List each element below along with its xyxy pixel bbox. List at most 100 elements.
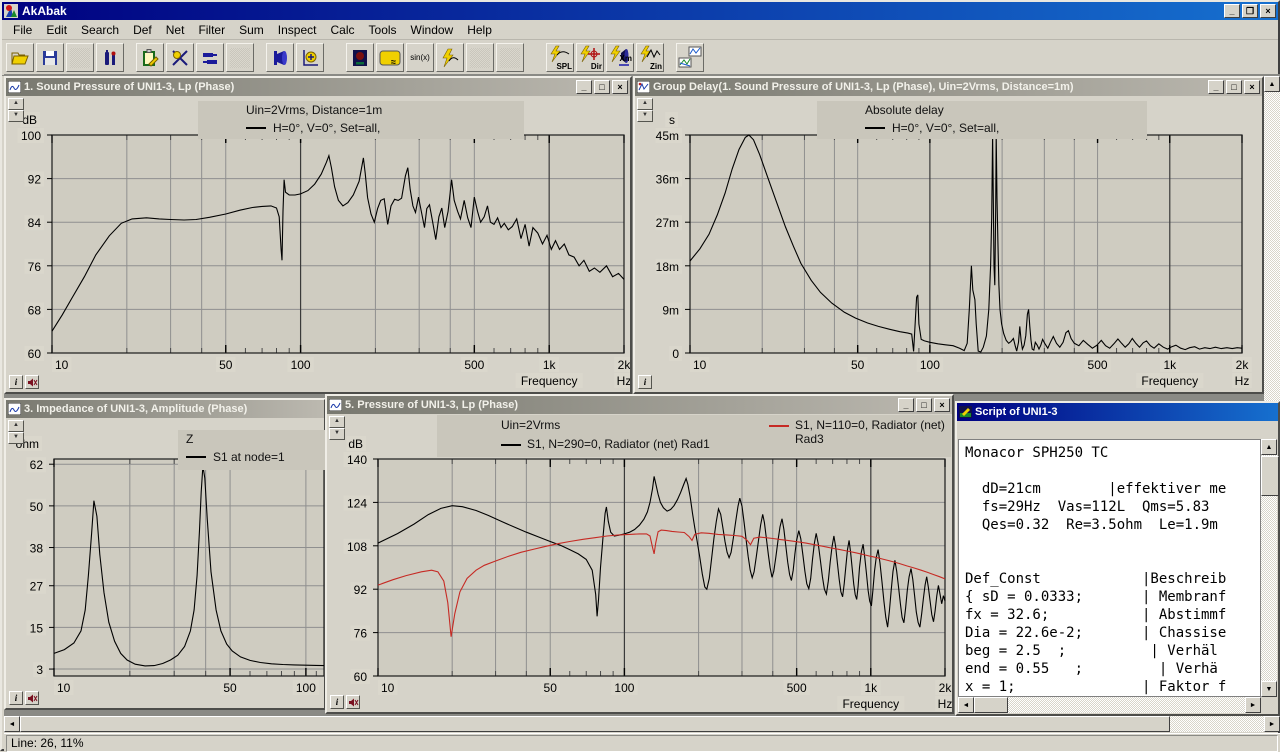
spin-down-icon[interactable]: ▼ bbox=[329, 428, 345, 440]
y-scale-spinner[interactable]: ▲ ▼ bbox=[329, 416, 343, 440]
spin-down-icon[interactable]: ▼ bbox=[8, 110, 24, 122]
menu-file[interactable]: File bbox=[6, 21, 39, 39]
minimize-button[interactable]: _ bbox=[576, 80, 592, 94]
spin-down-icon[interactable]: ▼ bbox=[637, 110, 653, 122]
sine-signal-button[interactable]: sin(x) bbox=[406, 43, 434, 72]
svg-text:60: 60 bbox=[354, 670, 368, 684]
script-vertical-scrollbar[interactable]: ▲ ▼ bbox=[1261, 439, 1277, 697]
scroll-down-icon[interactable]: ▼ bbox=[1261, 681, 1277, 697]
script-clipboard-button[interactable] bbox=[136, 43, 164, 72]
scroll-left-icon[interactable]: ◄ bbox=[958, 697, 974, 713]
spin-up-icon[interactable]: ▲ bbox=[637, 98, 653, 110]
menu-search[interactable]: Search bbox=[74, 21, 126, 39]
menu-tools[interactable]: Tools bbox=[362, 21, 404, 39]
zin-button[interactable]: Zin bbox=[636, 43, 664, 72]
spl-chart[interactable]: 1009284766860dB10501005001k2kFrequencyHz bbox=[6, 96, 630, 392]
chart-window-icon bbox=[637, 81, 650, 93]
node-inspect-button[interactable] bbox=[166, 43, 194, 72]
menu-filter[interactable]: Filter bbox=[191, 21, 232, 39]
spin-up-icon[interactable]: ▲ bbox=[8, 420, 24, 432]
svg-text:Hz: Hz bbox=[938, 697, 952, 711]
minimize-button[interactable]: _ bbox=[1224, 4, 1240, 18]
maximize-button[interactable]: □ bbox=[916, 398, 932, 412]
close-button[interactable]: × bbox=[934, 398, 950, 412]
close-button[interactable]: × bbox=[1244, 80, 1260, 94]
svg-text:10: 10 bbox=[381, 681, 395, 695]
disabled-tool-icon bbox=[500, 48, 520, 68]
menu-def[interactable]: Def bbox=[126, 21, 159, 39]
spin-down-icon[interactable]: ▼ bbox=[8, 432, 24, 444]
acoustic-element-button[interactable] bbox=[296, 43, 324, 72]
scroll-left-icon[interactable]: ◄ bbox=[4, 716, 20, 732]
y-scale-spinner[interactable]: ▲ ▼ bbox=[8, 98, 22, 122]
svg-text:Frequency: Frequency bbox=[521, 374, 578, 388]
svg-text:60: 60 bbox=[28, 347, 42, 361]
scroll-up-icon[interactable]: ▲ bbox=[1261, 439, 1277, 455]
speaker-driver-icon bbox=[270, 48, 290, 68]
spin-up-icon[interactable]: ▲ bbox=[329, 416, 345, 428]
spl-button[interactable]: SPL bbox=[546, 43, 574, 72]
svg-text:100: 100 bbox=[614, 681, 634, 695]
mute-button[interactable] bbox=[346, 695, 360, 709]
minimize-button[interactable]: _ bbox=[898, 398, 914, 412]
mute-button[interactable] bbox=[25, 375, 39, 389]
window-script-titlebar[interactable]: Script of UNI1-3 bbox=[957, 403, 1278, 421]
info-button[interactable]: i bbox=[9, 691, 23, 705]
svg-text:2k: 2k bbox=[939, 681, 952, 695]
restore-button[interactable]: ❒ bbox=[1242, 4, 1258, 18]
close-button[interactable]: × bbox=[612, 80, 628, 94]
driver-speaker-button[interactable] bbox=[266, 43, 294, 72]
scroll-right-icon[interactable]: ► bbox=[1264, 716, 1280, 732]
mute-button[interactable] bbox=[25, 691, 39, 705]
window-impedance-titlebar[interactable]: 3. Impedance of UNI1-3, Amplitude (Phase… bbox=[6, 400, 324, 418]
y-scale-spinner[interactable]: ▲ ▼ bbox=[637, 98, 651, 122]
info-button[interactable]: i bbox=[330, 695, 344, 709]
spectrum-button[interactable] bbox=[436, 43, 464, 72]
scroll-right-icon[interactable]: ► bbox=[1245, 697, 1261, 713]
window-sound-pressure-titlebar[interactable]: 1. Sound Pressure of UNI1-3, Lp (Phase) … bbox=[6, 78, 630, 96]
measurement-bottle-button[interactable] bbox=[96, 43, 124, 72]
close-button[interactable]: × bbox=[1260, 4, 1276, 18]
main-titlebar[interactable]: AkAbak _ ❒ × bbox=[2, 2, 1278, 20]
maximize-button[interactable]: □ bbox=[594, 80, 610, 94]
menu-inspect[interactable]: Inspect bbox=[271, 21, 324, 39]
minimize-button[interactable]: _ bbox=[1208, 80, 1224, 94]
window-pressure: 5. Pressure of UNI1-3, Lp (Phase) _ □ × … bbox=[325, 394, 954, 714]
dual-plot-button[interactable] bbox=[676, 43, 704, 72]
info-button[interactable]: i bbox=[638, 375, 652, 389]
script-horizontal-scrollbar[interactable]: ◄ ► bbox=[958, 697, 1261, 713]
menu-sum[interactable]: Sum bbox=[232, 21, 271, 39]
status-line-indicator: Line: 26, 11% bbox=[6, 735, 1278, 752]
dir-button[interactable]: Dir bbox=[576, 43, 604, 72]
open-file-button[interactable] bbox=[6, 43, 34, 72]
spin-up-icon[interactable]: ▲ bbox=[8, 98, 24, 110]
bottle-mic-icon bbox=[100, 48, 120, 68]
window-pressure-titlebar[interactable]: 5. Pressure of UNI1-3, Lp (Phase) _ □ × bbox=[327, 396, 952, 414]
filter-network-button[interactable] bbox=[196, 43, 224, 72]
svg-text:84: 84 bbox=[28, 216, 42, 230]
window-group-delay-titlebar[interactable]: Group Delay(1. Sound Pressure of UNI1-3,… bbox=[635, 78, 1262, 96]
signal-source-button[interactable]: ≈ bbox=[376, 43, 404, 72]
maximize-button[interactable]: □ bbox=[1226, 80, 1242, 94]
svg-text:92: 92 bbox=[28, 173, 42, 187]
menu-edit[interactable]: Edit bbox=[39, 21, 74, 39]
pressure-chart[interactable]: 140124108927660dB10501005001k2kFrequency… bbox=[327, 414, 952, 712]
menu-window[interactable]: Window bbox=[404, 21, 461, 39]
svg-text:50: 50 bbox=[219, 358, 233, 372]
y-scale-spinner[interactable]: ▲ ▼ bbox=[8, 420, 22, 444]
save-button[interactable] bbox=[36, 43, 64, 72]
menu-net[interactable]: Net bbox=[159, 21, 192, 39]
mdi-vertical-scrollbar[interactable]: ▲ bbox=[1264, 76, 1280, 401]
svg-text:10: 10 bbox=[57, 681, 71, 695]
mdi-horizontal-scrollbar[interactable]: ◄ ► bbox=[4, 716, 1280, 732]
svg-text:140: 140 bbox=[347, 453, 367, 467]
group-delay-chart[interactable]: 45m36m27m18m9m0s10501005001k2kFrequencyH… bbox=[635, 96, 1262, 392]
xm-button[interactable]: Xm bbox=[606, 43, 634, 72]
scroll-up-icon[interactable]: ▲ bbox=[1264, 76, 1280, 92]
svg-text:Frequency: Frequency bbox=[842, 697, 899, 711]
script-editor[interactable]: Monacor SPH250 TC dD=21cm |effektiver me… bbox=[958, 439, 1261, 697]
record-button[interactable] bbox=[346, 43, 374, 72]
menu-calc[interactable]: Calc bbox=[324, 21, 362, 39]
menu-help[interactable]: Help bbox=[460, 21, 499, 39]
info-button[interactable]: i bbox=[9, 375, 23, 389]
